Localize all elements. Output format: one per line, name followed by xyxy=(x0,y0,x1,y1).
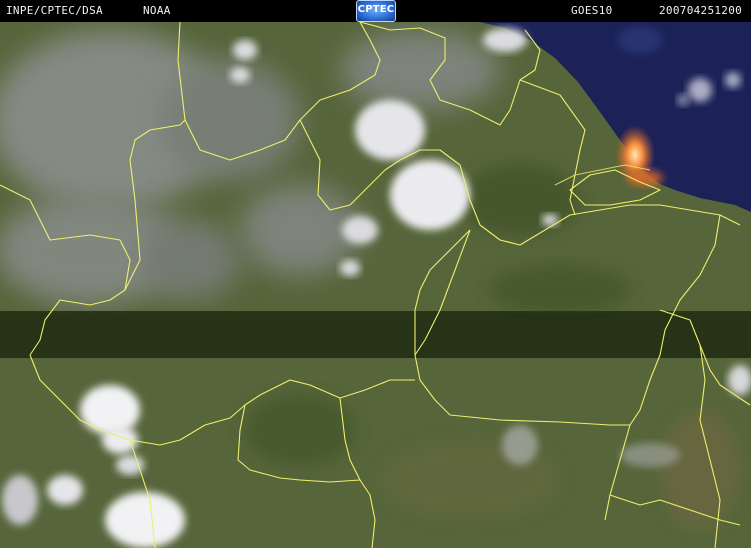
logo-text: CPTEC xyxy=(357,4,395,15)
forest-patch xyxy=(460,165,580,235)
forest-patch xyxy=(490,265,630,315)
ocean-cloud xyxy=(677,94,689,106)
ocean-cloud xyxy=(688,78,712,102)
forest-patch xyxy=(245,395,355,465)
satellite-map-view xyxy=(0,22,751,548)
image-header-bar: INPE/CPTEC/DSA NOAA CPTEC GOES10 2007042… xyxy=(0,0,751,22)
ocean-cloud xyxy=(725,72,741,88)
agency-label: NOAA xyxy=(143,4,171,17)
satellite-label: GOES10 xyxy=(571,4,613,17)
cptec-logo: CPTEC xyxy=(356,0,396,22)
satellite-map-svg xyxy=(0,22,751,548)
forest-patch xyxy=(660,410,740,530)
missing-scanline-band xyxy=(0,311,751,358)
missing-scanline-band-edge xyxy=(0,311,751,313)
timestamp-label: 200704251200 xyxy=(659,4,743,17)
source-label: INPE/CPTEC/DSA xyxy=(6,4,103,17)
satellite-image-viewer: INPE/CPTEC/DSA NOAA CPTEC GOES10 2007042… xyxy=(0,0,751,548)
ocean-cloud xyxy=(618,26,662,54)
